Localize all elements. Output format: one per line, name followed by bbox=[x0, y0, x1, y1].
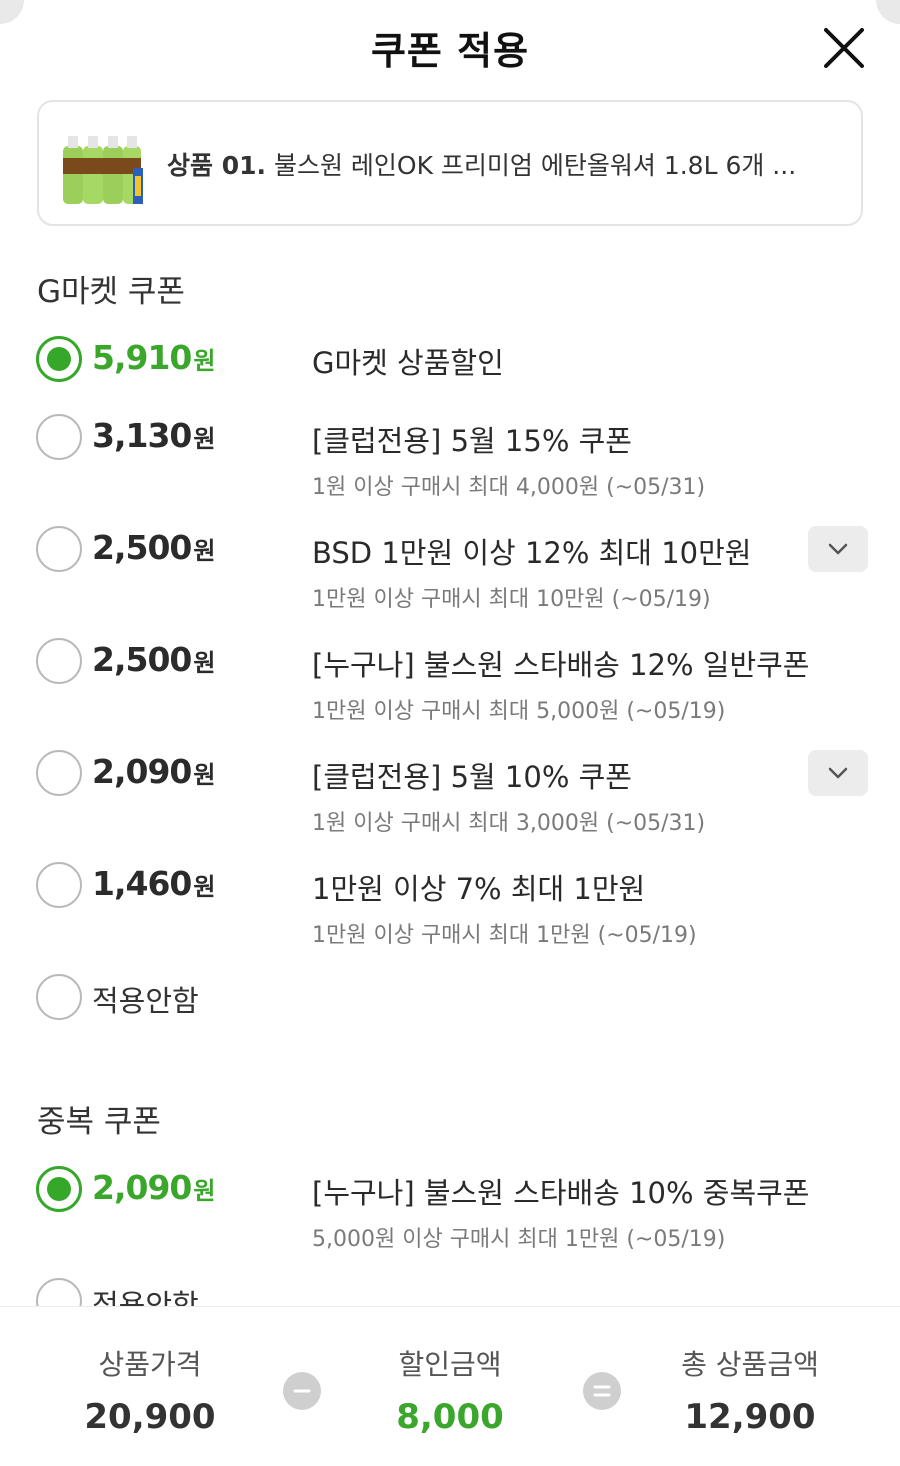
product-price-label: 상품가격 bbox=[98, 1348, 202, 1381]
chevron-down-icon bbox=[828, 543, 848, 555]
coupon-radio[interactable] bbox=[36, 526, 82, 572]
coupon-radio[interactable] bbox=[36, 414, 82, 460]
product-price-block: 상품가격 20,900 bbox=[30, 1343, 270, 1437]
duplicate-coupon-section-title: 중복 쿠폰 bbox=[37, 1104, 161, 1140]
close-button[interactable] bbox=[818, 22, 870, 74]
equals-icon bbox=[583, 1372, 621, 1410]
duplicate-coupon-name: [누구나] 불스원 스타배송 10% 중복쿠폰 bbox=[312, 1176, 810, 1210]
total-price-block: 총 상품금액 12,900 bbox=[630, 1343, 870, 1437]
coupon-amount: 2,500원 bbox=[92, 640, 216, 679]
expand-coupon-button[interactable] bbox=[808, 526, 868, 572]
coupon-name: [클럽전용] 5월 15% 쿠폰 bbox=[312, 424, 632, 458]
coupon-description: 1만원 이상 구매시 최대 5,000원 (~05/19) bbox=[312, 699, 726, 724]
product-thumbnail bbox=[63, 136, 143, 204]
discount-amount-label: 할인금액 bbox=[398, 1348, 502, 1381]
no-coupon-label: 적용안함 bbox=[92, 984, 199, 1018]
gmarket-coupon-section-title: G마켓 쿠폰 bbox=[37, 274, 185, 310]
coupon-description: 1만원 이상 구매시 최대 1만원 (~05/19) bbox=[312, 923, 697, 948]
coupon-description: 1원 이상 구매시 최대 4,000원 (~05/31) bbox=[312, 475, 706, 500]
product-prefix: 상품 01. bbox=[167, 151, 266, 180]
product-name: 불스원 레인OK 프리미엄 에탄올워셔 1.8L 6개 ... bbox=[273, 151, 797, 180]
coupon-description: 1만원 이상 구매시 최대 10만원 (~05/19) bbox=[312, 587, 711, 612]
coupon-name: [누구나] 불스원 스타배송 12% 일반쿠폰 bbox=[312, 648, 810, 682]
discount-amount-value: 8,000 bbox=[396, 1397, 504, 1437]
coupon-radio[interactable] bbox=[36, 336, 82, 382]
coupon-description: 1원 이상 구매시 최대 3,000원 (~05/31) bbox=[312, 811, 706, 836]
coupon-amount: 3,130원 bbox=[92, 416, 216, 455]
coupon-name: BSD 1만원 이상 12% 최대 10만원 bbox=[312, 536, 752, 570]
coupon-radio[interactable] bbox=[36, 750, 82, 796]
duplicate-coupon-description: 5,000원 이상 구매시 최대 1만원 (~05/19) bbox=[312, 1227, 726, 1252]
product-card: 상품 01. 불스원 레인OK 프리미엄 에탄올워셔 1.8L 6개 ... bbox=[37, 100, 863, 226]
price-summary-footer: 상품가격 20,900 할인금액 8,000 총 상품금액 12,900 bbox=[0, 1306, 900, 1466]
coupon-radio[interactable] bbox=[36, 862, 82, 908]
coupon-radio[interactable] bbox=[36, 638, 82, 684]
duplicate-coupon-amount: 2,090원 bbox=[92, 1168, 216, 1207]
coupon-amount: 5,910원 bbox=[92, 338, 216, 377]
coupon-name: 1만원 이상 7% 최대 1만원 bbox=[312, 872, 646, 906]
product-price-value: 20,900 bbox=[84, 1397, 216, 1437]
minus-icon bbox=[283, 1372, 321, 1410]
page-title: 쿠폰 적용 bbox=[370, 29, 530, 73]
product-title: 상품 01. 불스원 레인OK 프리미엄 에탄올워셔 1.8L 6개 ... bbox=[167, 146, 796, 182]
total-price-value: 12,900 bbox=[684, 1397, 816, 1437]
expand-coupon-button[interactable] bbox=[808, 750, 868, 796]
coupon-name: [클럽전용] 5월 10% 쿠폰 bbox=[312, 760, 632, 794]
close-icon bbox=[824, 28, 864, 68]
coupon-amount: 1,460원 bbox=[92, 864, 216, 903]
total-price-label: 총 상품금액 bbox=[681, 1348, 819, 1381]
coupon-amount: 2,090원 bbox=[92, 752, 216, 791]
coupon-name: G마켓 상품할인 bbox=[312, 346, 504, 380]
discount-amount-block: 할인금액 8,000 bbox=[330, 1343, 570, 1437]
coupon-amount: 2,500원 bbox=[92, 528, 216, 567]
no-coupon-radio[interactable] bbox=[36, 974, 82, 1020]
duplicate-coupon-radio[interactable] bbox=[36, 1166, 82, 1212]
chevron-down-icon bbox=[828, 767, 848, 779]
